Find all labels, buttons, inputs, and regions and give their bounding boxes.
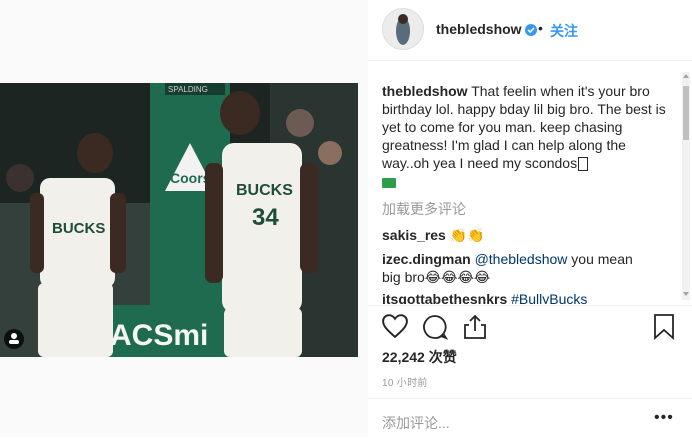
avatar-image (383, 9, 423, 49)
court-ad-text: ACSmi (110, 319, 208, 352)
caption: thebledshow That feelin when it's your b… (382, 82, 668, 190)
verified-badge-icon (525, 23, 537, 41)
jersey-number: 34 (252, 204, 279, 231)
comment-username[interactable]: izec.dingman (382, 251, 471, 267)
comment-bubble-icon[interactable] (422, 314, 449, 345)
basketball-photo: SPALDING Coors LIGHT ACSmi BUCKS BUCKS 3… (0, 83, 358, 357)
add-comment-bar: 添加评论... ••• (368, 398, 692, 438)
jersey-right-text: BUCKS (236, 182, 293, 199)
caption-username[interactable]: thebledshow (382, 83, 468, 99)
scroll-down-arrow-icon[interactable] (683, 292, 689, 296)
scroll-up-arrow-icon[interactable] (683, 74, 689, 78)
comment-hashtag[interactable]: #BullyBucks (511, 291, 587, 304)
action-bar (368, 305, 692, 350)
comments-list[interactable]: thebledshow That feelin when it's your b… (382, 82, 668, 304)
comment-item: izec.dingman @thebledshow you mean big b… (382, 250, 652, 286)
add-comment-input[interactable]: 添加评论... (382, 413, 450, 433)
comments-scrollbar[interactable] (682, 72, 690, 300)
scoreboard-text: SPALDING (168, 85, 208, 94)
comment-username[interactable]: itsgottabethesnkrs (382, 291, 507, 304)
username-link[interactable]: thebledshow (436, 21, 522, 37)
follow-button[interactable]: 关注 (550, 21, 578, 41)
share-upload-icon[interactable] (463, 314, 487, 345)
post-header: thebledshow • 关注 (368, 0, 692, 61)
separator-dot: • (538, 20, 543, 36)
comment-item: itsgottabethesnkrs #BullyBucks (382, 290, 652, 304)
comment-mention[interactable]: @thebledshow (475, 251, 568, 267)
bookmark-icon[interactable] (654, 314, 674, 345)
like-heart-icon[interactable] (382, 314, 408, 343)
more-options-icon[interactable]: ••• (654, 409, 674, 427)
photo-pane: SPALDING Coors LIGHT ACSmi BUCKS BUCKS 3… (0, 0, 368, 437)
post-photo[interactable]: SPALDING Coors LIGHT ACSmi BUCKS BUCKS 3… (0, 83, 358, 357)
jersey-left-text: BUCKS (52, 220, 105, 237)
comment-item: sakis_res 👏👏 (382, 226, 652, 244)
comment-text: 👏👏 (449, 227, 485, 243)
likes-count[interactable]: 22,242 次赞 (382, 347, 457, 367)
post-details: thebledshow • 关注 thebledshow That feelin… (368, 0, 692, 437)
money-with-wings-icon (382, 178, 396, 189)
avatar[interactable] (382, 8, 424, 50)
load-more-comments-button[interactable]: 加载更多评论 (382, 200, 466, 218)
scroll-thumb[interactable] (683, 86, 689, 140)
comment-username[interactable]: sakis_res (382, 227, 446, 243)
post-timestamp[interactable]: 10 小时前 (382, 374, 428, 389)
